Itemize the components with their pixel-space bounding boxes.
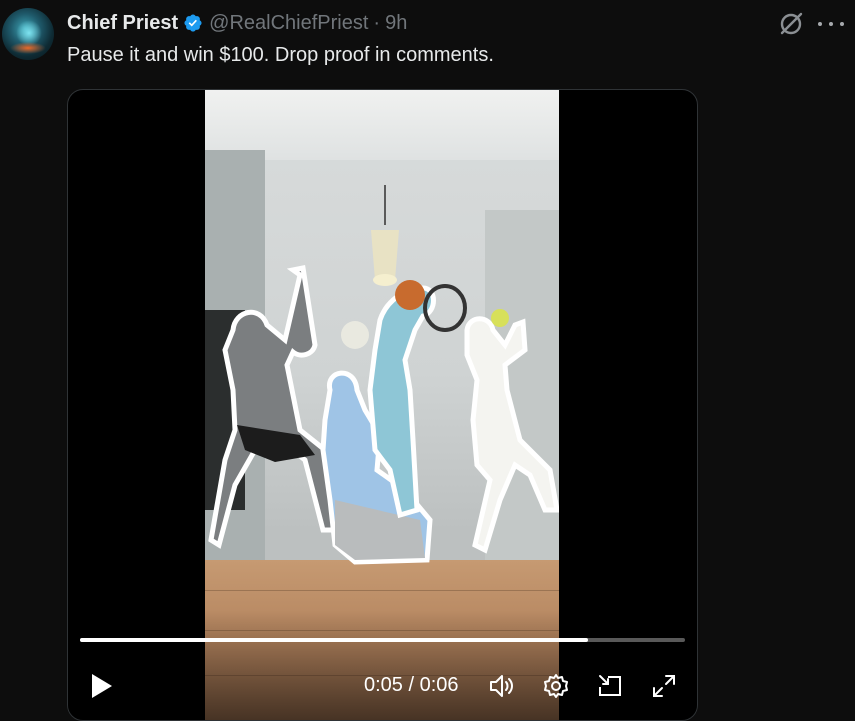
author-avatar[interactable] xyxy=(2,8,54,60)
video-player[interactable]: 0:05 / 0:06 xyxy=(67,89,698,721)
grok-icon[interactable] xyxy=(778,11,804,37)
volume-icon[interactable] xyxy=(488,672,516,700)
controls-overlay xyxy=(68,610,697,720)
avatar-fire xyxy=(10,42,46,54)
play-icon[interactable] xyxy=(90,672,114,700)
progress-bar-fill xyxy=(80,638,589,642)
progress-bar[interactable] xyxy=(80,638,685,642)
picture-in-picture-icon[interactable] xyxy=(596,672,624,700)
post-header: Chief Priest @RealChiefPriest · 9h xyxy=(67,10,407,36)
video-time: 0:05 / 0:06 xyxy=(364,674,459,696)
header-separator: · xyxy=(373,11,381,34)
post-time[interactable]: 9h xyxy=(385,12,407,35)
verified-badge-icon xyxy=(184,14,202,32)
more-options-icon[interactable] xyxy=(818,12,844,36)
author-handle[interactable]: @RealChiefPriest xyxy=(209,12,368,35)
post-text: Pause it and win $100. Drop proof in com… xyxy=(67,44,494,66)
author-name[interactable]: Chief Priest xyxy=(67,12,178,35)
settings-gear-icon[interactable] xyxy=(542,672,570,700)
fullscreen-icon[interactable] xyxy=(650,672,678,700)
